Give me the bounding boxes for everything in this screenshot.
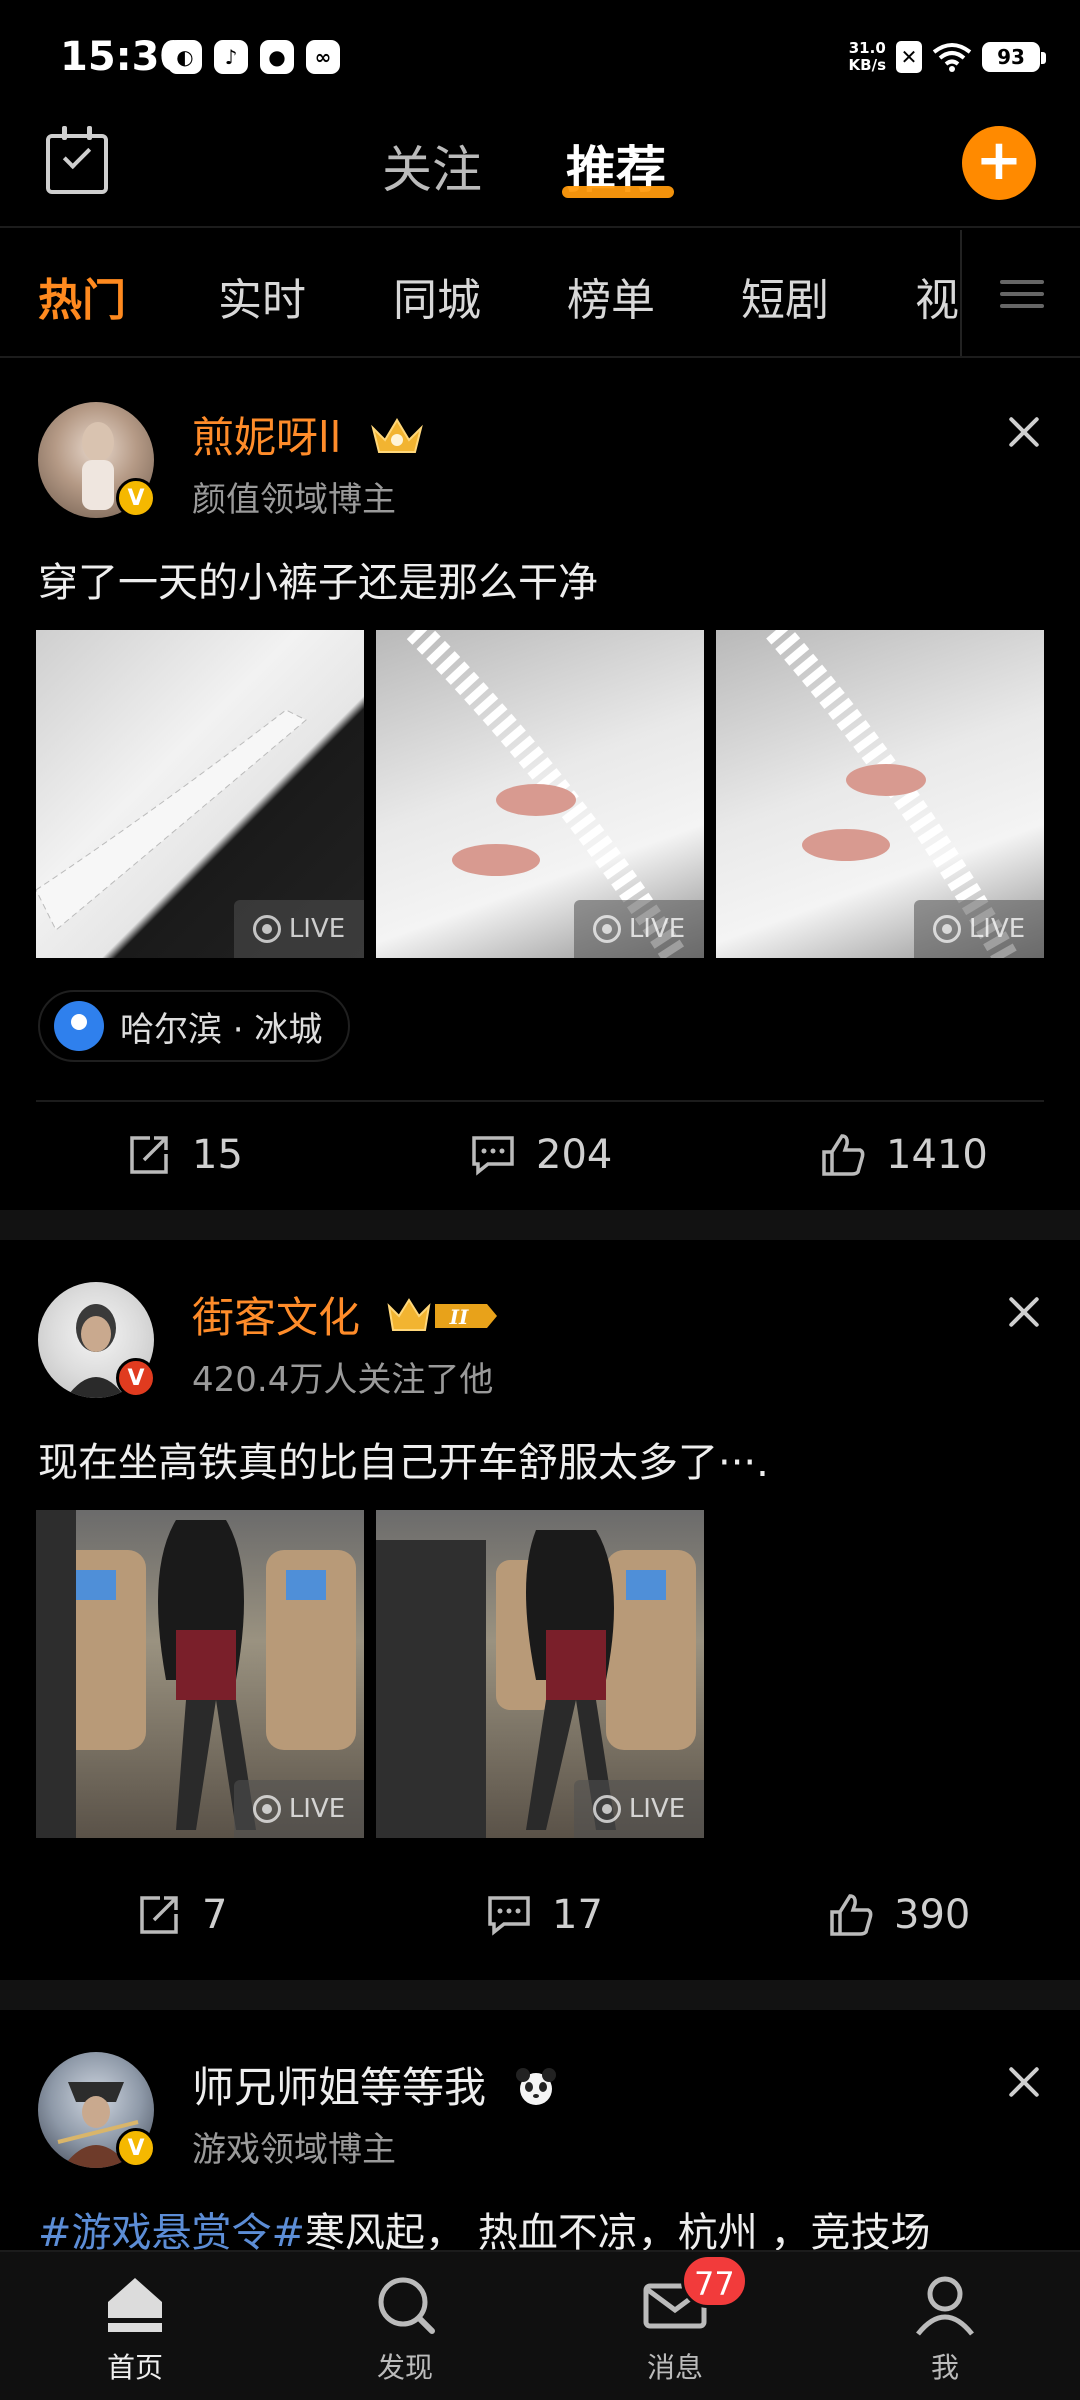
- live-icon: [252, 1795, 281, 1823]
- link-icon: ∞: [306, 40, 340, 74]
- post-text[interactable]: #游戏悬赏令#寒风起， 热血不凉，杭州 ，竞技场: [38, 2200, 930, 2250]
- post-image[interactable]: LIVE: [376, 630, 704, 958]
- repost-button[interactable]: 15: [126, 1132, 243, 1178]
- tab-discover[interactable]: 发现: [345, 2270, 465, 2386]
- post-image[interactable]: LIVE: [376, 1510, 704, 1838]
- crown-level-badge-icon: II: [387, 1294, 503, 1348]
- user-icon: [916, 2276, 974, 2336]
- live-icon: [592, 1795, 621, 1823]
- unread-count-badge: 77: [681, 2254, 748, 2308]
- feed-post: V 街客文化 II 420.4万人关注了他 现在坐高铁真的比自己开车舒服太多了·…: [0, 1240, 1080, 1980]
- feed-post: V 煎妮呀ll 颜值领域博主 穿了一天的小裤子还是那么干净 LIVE LIVE …: [0, 360, 1080, 1208]
- category-menu-icon[interactable]: [960, 230, 1080, 358]
- thumbs-up-icon: [830, 1894, 873, 1936]
- top-nav: 关注 推荐 +: [0, 118, 1080, 228]
- svg-text:II: II: [449, 1305, 469, 1329]
- network-speed: 31.0 KB/s: [848, 39, 886, 74]
- category-realtime[interactable]: 实时: [218, 264, 306, 328]
- post-user-subtitle: 420.4万人关注了他: [192, 1360, 494, 1400]
- verified-badge-icon: V: [116, 1358, 156, 1398]
- repost-icon: [140, 1896, 178, 1934]
- comment-icon: [488, 1896, 530, 1936]
- category-short-drama[interactable]: 短剧: [741, 264, 829, 328]
- live-photo-tag: LIVE: [574, 1780, 704, 1838]
- nav-divider: [0, 226, 1080, 228]
- post-user-subtitle: 游戏领域博主: [192, 2130, 396, 2170]
- tiktok-icon: ♪: [214, 40, 248, 74]
- app-notification-icon: ◐: [168, 40, 202, 74]
- post-image[interactable]: LIVE: [716, 630, 1044, 958]
- live-icon: [252, 915, 281, 943]
- category-hot[interactable]: 热门: [38, 264, 126, 328]
- location-chip[interactable]: 哈尔滨 · 冰城: [38, 990, 351, 1062]
- tab-home[interactable]: 首页: [75, 2270, 195, 2386]
- post-image[interactable]: LIVE: [36, 1510, 364, 1838]
- category-ranking[interactable]: 榜单: [567, 264, 655, 328]
- crown-badge-icon: [369, 414, 425, 468]
- category-local[interactable]: 同城: [393, 264, 481, 328]
- battery-icon: 93: [982, 42, 1046, 72]
- live-icon: [592, 915, 621, 943]
- comment-button[interactable]: 204: [470, 1132, 612, 1178]
- repost-icon: [130, 1136, 168, 1174]
- live-photo-tag: LIVE: [234, 900, 364, 958]
- panda-badge-icon: [513, 2065, 559, 2117]
- live-icon: [932, 915, 961, 943]
- live-photo-tag: LIVE: [914, 900, 1044, 958]
- post-username[interactable]: 街客文化 II: [192, 1284, 503, 1348]
- action-divider: [36, 1100, 1044, 1102]
- like-button[interactable]: 390: [828, 1892, 970, 1938]
- location-pin-icon: [54, 1001, 104, 1051]
- like-button[interactable]: 1410: [820, 1132, 988, 1178]
- post-user-subtitle: 颜值领域博主: [192, 480, 396, 520]
- tab-follow[interactable]: 关注: [382, 130, 482, 202]
- verified-badge-icon: V: [116, 2128, 156, 2168]
- tab-messages[interactable]: 消息 77: [615, 2254, 748, 2386]
- notification-icons: ◐ ♪ ● ∞: [168, 40, 340, 74]
- tab-me[interactable]: 我: [885, 2270, 1005, 2386]
- compose-plus-button[interactable]: +: [962, 126, 1036, 200]
- wifi-icon: [932, 43, 972, 72]
- repost-button[interactable]: 7: [136, 1892, 227, 1938]
- system-icons: 31.0 KB/s ✕ 93: [848, 39, 1046, 74]
- post-text[interactable]: 现在坐高铁真的比自己开车舒服太多了···.: [38, 1430, 769, 1488]
- home-icon: [108, 2278, 162, 2332]
- post-actions: 7 17 390: [0, 1868, 1080, 1968]
- live-photo-tag: LIVE: [234, 1780, 364, 1838]
- thumbs-up-icon: [822, 1134, 865, 1176]
- comment-button[interactable]: 17: [486, 1892, 603, 1938]
- feed-separator: [0, 1210, 1080, 1240]
- status-bar: 15:30 ◐ ♪ ● ∞ 31.0 KB/s ✕ 93: [0, 0, 1080, 118]
- close-icon[interactable]: [1004, 2062, 1044, 2102]
- topic-hashtag[interactable]: #游戏悬赏令#: [38, 2210, 305, 2250]
- verified-badge-icon: V: [116, 478, 156, 518]
- post-username[interactable]: 煎妮呀ll: [192, 404, 425, 468]
- feed-post: V 师兄师姐等等我 游戏领域博主 #游戏悬赏令#寒风起， 热血不凉，杭州 ，竞技…: [0, 2010, 1080, 2250]
- category-tabs: 热门 实时 同城 榜单 短剧 视: [0, 230, 1080, 358]
- calendar-check-icon[interactable]: [46, 126, 108, 194]
- live-photo-tag: LIVE: [574, 900, 704, 958]
- post-image[interactable]: LIVE: [36, 630, 364, 958]
- comment-icon: [472, 1136, 514, 1176]
- active-tab-indicator: [562, 186, 674, 198]
- search-icon: [378, 2277, 435, 2334]
- no-sim-icon: ✕: [896, 41, 922, 73]
- category-video[interactable]: 视: [915, 264, 959, 328]
- close-icon[interactable]: [1004, 412, 1044, 452]
- bot-icon: ●: [260, 40, 294, 74]
- post-username[interactable]: 师兄师姐等等我: [192, 2054, 559, 2117]
- feed-separator: [0, 1980, 1080, 2010]
- category-divider: [0, 356, 1080, 358]
- post-text[interactable]: 穿了一天的小裤子还是那么干净: [38, 550, 598, 608]
- post-actions: 15 204 1410: [0, 1108, 1080, 1208]
- bottom-tab-bar: 首页 发现 消息 77 我: [0, 2250, 1080, 2400]
- close-icon[interactable]: [1004, 1292, 1044, 1332]
